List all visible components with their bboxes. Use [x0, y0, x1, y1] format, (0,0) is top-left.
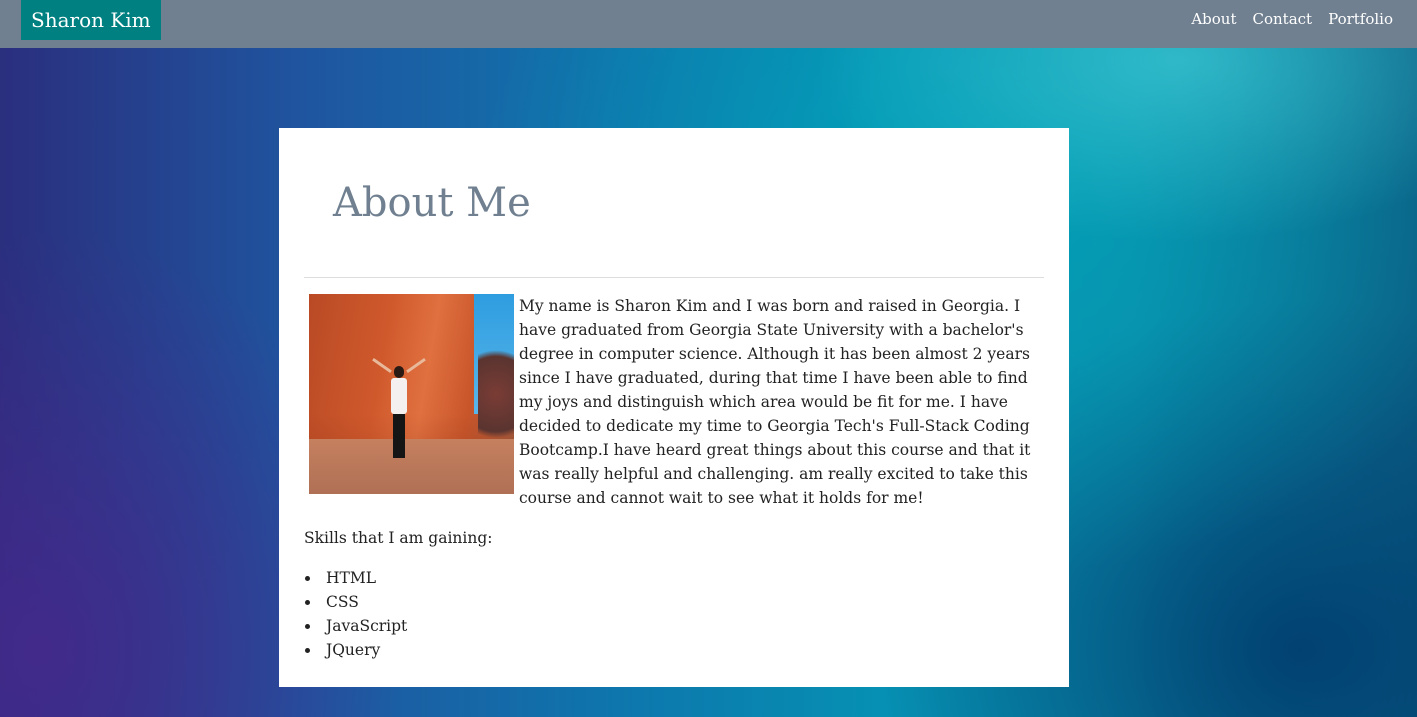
page-title: About Me [333, 180, 531, 226]
skills-heading: Skills that I am gaining: [304, 529, 493, 547]
profile-photo [309, 294, 514, 494]
photo-person [372, 357, 426, 464]
nav-link-contact[interactable]: Contact [1253, 10, 1313, 28]
bio-paragraph: My name is Sharon Kim and I was born and… [519, 297, 1031, 507]
photo-tree [478, 334, 514, 454]
photo-person-head [394, 366, 404, 378]
skill-item: JavaScript [304, 614, 407, 638]
photo-ground [309, 439, 514, 494]
about-card: About Me My name is Sharon Kim and I was… [279, 128, 1069, 687]
brand-logo-link[interactable]: Sharon Kim [21, 0, 161, 40]
skill-item: CSS [304, 590, 407, 614]
photo-person-legs [393, 414, 405, 458]
nav-links: About Contact Portfolio [1191, 10, 1393, 28]
photo-person-arm-right [406, 357, 426, 374]
photo-person-body [391, 378, 407, 414]
skills-list: HTML CSS JavaScript JQuery [304, 566, 407, 662]
skill-item: JQuery [304, 638, 407, 662]
photo-person-arm-left [372, 357, 392, 374]
title-divider [304, 277, 1044, 278]
skill-item: HTML [304, 566, 407, 590]
nav-link-portfolio[interactable]: Portfolio [1328, 10, 1393, 28]
top-navbar: Sharon Kim About Contact Portfolio [0, 0, 1417, 48]
nav-link-about[interactable]: About [1191, 10, 1236, 28]
